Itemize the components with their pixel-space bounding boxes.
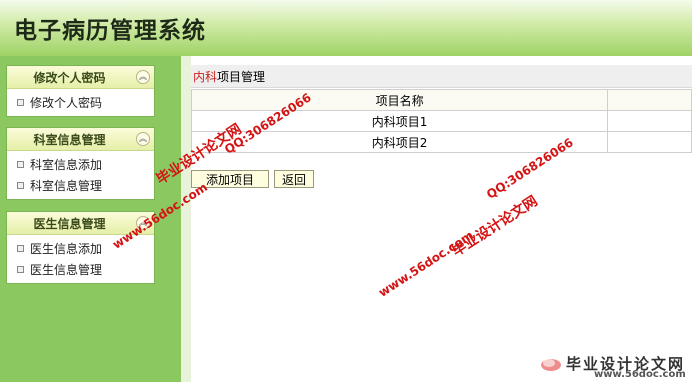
menu-group-header[interactable]: 科室信息管理 ︽	[7, 128, 154, 151]
page-title: 内科项目管理	[193, 68, 265, 85]
menu-group-doctor: 医生信息管理 ︽ 医生信息添加 医生信息管理	[6, 211, 155, 284]
logo-url: www.56doc.com	[594, 369, 686, 380]
sidebar-item-label: 医生信息管理	[30, 263, 103, 277]
sidebar-item-label: 医生信息添加	[30, 242, 103, 256]
menu-group-title: 修改个人密码	[33, 71, 106, 85]
table-cell-operations	[607, 131, 692, 153]
square-bullet-icon	[17, 182, 24, 189]
double-chevron-up-icon[interactable]: ︽	[136, 70, 150, 84]
table-header-row: 项目名称	[190, 89, 692, 111]
sidebar-item-manage-department[interactable]: 科室信息管理	[7, 176, 154, 197]
square-bullet-icon	[17, 161, 24, 168]
sidebar-item-change-password[interactable]: 修改个人密码	[7, 93, 154, 114]
column-header-project-name: 项目名称	[190, 89, 609, 111]
back-button[interactable]: 返回	[274, 170, 314, 188]
menu-group-department: 科室信息管理 ︽ 科室信息添加 科室信息管理	[6, 127, 155, 200]
menu-group-password: 修改个人密码 ︽ 修改个人密码	[6, 65, 155, 117]
corner-logo-watermark: 毕业设计论文网 www.56doc.com	[540, 351, 690, 381]
column-header-operations	[607, 89, 692, 111]
menu-group-title: 医生信息管理	[33, 217, 106, 231]
double-chevron-up-icon[interactable]: ︽	[136, 132, 150, 146]
main-content: 内科项目管理 项目名称 内科项目1 内科项目2 添加项目 返回	[181, 56, 692, 382]
sidebar-item-add-department[interactable]: 科室信息添加	[7, 155, 154, 176]
menu-group-header[interactable]: 修改个人密码 ︽	[7, 66, 154, 89]
logo-mark-icon	[541, 359, 561, 371]
table-row: 内科项目2	[190, 131, 692, 153]
page-title-suffix: 项目管理	[217, 70, 266, 84]
page-title-bar: 内科项目管理	[191, 65, 692, 88]
menu-group-title: 科室信息管理	[33, 133, 106, 147]
square-bullet-icon	[17, 245, 24, 252]
app-header: 电子病历管理系统	[0, 0, 692, 56]
sidebar-item-label: 修改个人密码	[30, 96, 103, 110]
sidebar-item-label: 科室信息添加	[30, 158, 103, 172]
sidebar-item-label: 科室信息管理	[30, 179, 103, 193]
square-bullet-icon	[17, 266, 24, 273]
app-title: 电子病历管理系统	[14, 17, 206, 44]
content-border-strip	[181, 56, 191, 382]
department-name: 内科	[193, 70, 218, 84]
square-bullet-icon	[17, 99, 24, 106]
table-cell-operations	[607, 110, 692, 132]
sidebar-item-manage-doctor[interactable]: 医生信息管理	[7, 260, 154, 281]
